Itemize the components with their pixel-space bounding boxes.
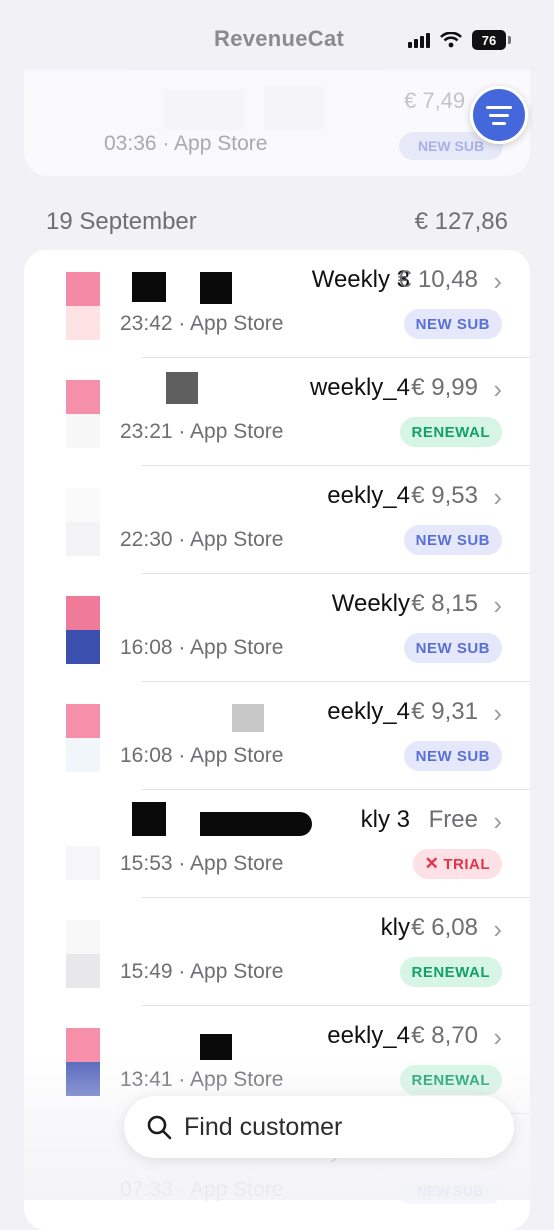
transaction-row[interactable]: weekly_4 € 9,99 › 23:21 · App Store RENE… [24,358,530,466]
transaction-price: € 6,08 [411,914,478,941]
status-badge: NEW SUB [398,1178,502,1204]
search-icon [147,1115,172,1140]
status-badge: NEW SUB [403,525,502,555]
product-name: Weekly [331,590,410,617]
redaction-mark [132,802,166,836]
status-badge: NEW SUB [403,633,502,663]
transaction-price: € 8,70 [411,1022,478,1049]
chevron-right-icon: › [493,698,502,728]
customer-avatar [66,488,100,556]
transaction-price: € 9,99 [411,374,478,401]
transaction-row[interactable]: Weekly 3 € 10,48 › 23:42 · App Store NEW… [24,250,530,358]
transaction-price: € 8,15 [411,590,478,617]
transaction-price: € 9,53 [411,482,478,509]
day-date: 19 September [46,208,197,235]
transaction-row[interactable]: eekly_4 € 9,31 › 16:08 · App Store NEW S… [24,682,530,790]
filter-button[interactable] [470,86,528,144]
transaction-meta: 23:42 · App Store [120,312,284,335]
chevron-right-icon: › [493,1022,502,1052]
wifi-icon [440,32,462,48]
chevron-right-icon: › [493,590,502,620]
customer-avatar [66,272,100,340]
transaction-price: Free [428,806,478,833]
chevron-right-icon: › [493,806,502,836]
redaction-mark [200,1034,232,1060]
chevron-right-icon: › [493,266,502,296]
customer-avatar [66,380,100,448]
previous-day-card [24,70,530,176]
status-badge: RENEWAL [399,957,502,987]
chevron-right-icon: › [493,914,502,944]
product-name: kly 3 [360,806,410,833]
redaction-mark [200,272,232,304]
transaction-meta: 07:33 · App Store [120,1178,284,1201]
search-placeholder: Find customer [184,1112,343,1141]
day-total: € 127,86 [414,208,508,235]
transaction-meta: 13:41 · App Store [120,1068,284,1091]
redaction-mark [232,704,264,732]
transaction-meta: 16:08 · App Store [120,744,284,767]
status-badge-label: TRIAL [443,855,490,873]
search-input[interactable]: Find customer [124,1096,514,1158]
transaction-price: € 10,48 [397,266,478,293]
transaction-row[interactable]: eekly_4 € 9,53 › 22:30 · App Store NEW S… [24,466,530,574]
transaction-price: € 9,31 [411,698,478,725]
cellular-signal-icon [408,32,430,48]
customer-avatar [66,920,100,988]
customer-avatar [66,596,100,664]
previous-row-price: € 7,49 [404,88,466,113]
customer-avatar [66,1028,100,1096]
status-bar: RevenueCat 76 [0,0,554,80]
transaction-meta: 16:08 · App Store [120,636,284,659]
redaction-mark [200,812,312,836]
transaction-row[interactable]: Weekly € 8,15 › 16:08 · App Store NEW SU… [24,574,530,682]
product-name: weekly_4 [309,374,410,401]
transaction-meta: 15:53 · App Store [120,852,284,875]
transaction-meta: 15:49 · App Store [120,960,284,983]
product-name: eekly_4 [327,482,410,509]
customer-avatar [66,812,100,880]
product-name: eekly_4 [327,698,410,725]
transactions-list: Weekly 3 € 10,48 › 23:42 · App Store NEW… [24,250,530,1230]
x-icon: ✕ [424,854,440,873]
chevron-right-icon: › [493,482,502,512]
status-badge: RENEWAL [399,1065,502,1095]
status-badge: NEW SUB [403,741,502,771]
status-badge: RENEWAL [399,417,502,447]
redaction-mark [166,372,198,404]
status-icons: 76 [408,30,511,50]
filter-icon [486,105,512,109]
status-badge: ✕ TRIAL [412,849,502,879]
previous-row-meta: 03:36 · App Store [104,132,268,155]
battery-indicator: 76 [472,30,511,50]
customer-avatar [66,704,100,772]
product-name: kly [380,914,410,941]
day-group-header: 19 September € 127,86 [46,205,508,239]
brand-name: RevenueCat [214,26,345,51]
chevron-right-icon: › [493,374,502,404]
transaction-meta: 23:21 · App Store [120,420,284,443]
transaction-row[interactable]: kly € 6,08 › 15:49 · App Store RENEWAL [24,898,530,1006]
status-badge: NEW SUB [403,309,502,339]
redaction-mark [132,272,166,302]
product-name: eekly_4 [327,1022,410,1049]
transaction-row[interactable]: kly 3 Free › 15:53 · App Store ✕ TRIAL [24,790,530,898]
product-name: Weekly 3 [311,266,410,293]
transaction-meta: 22:30 · App Store [120,528,284,551]
